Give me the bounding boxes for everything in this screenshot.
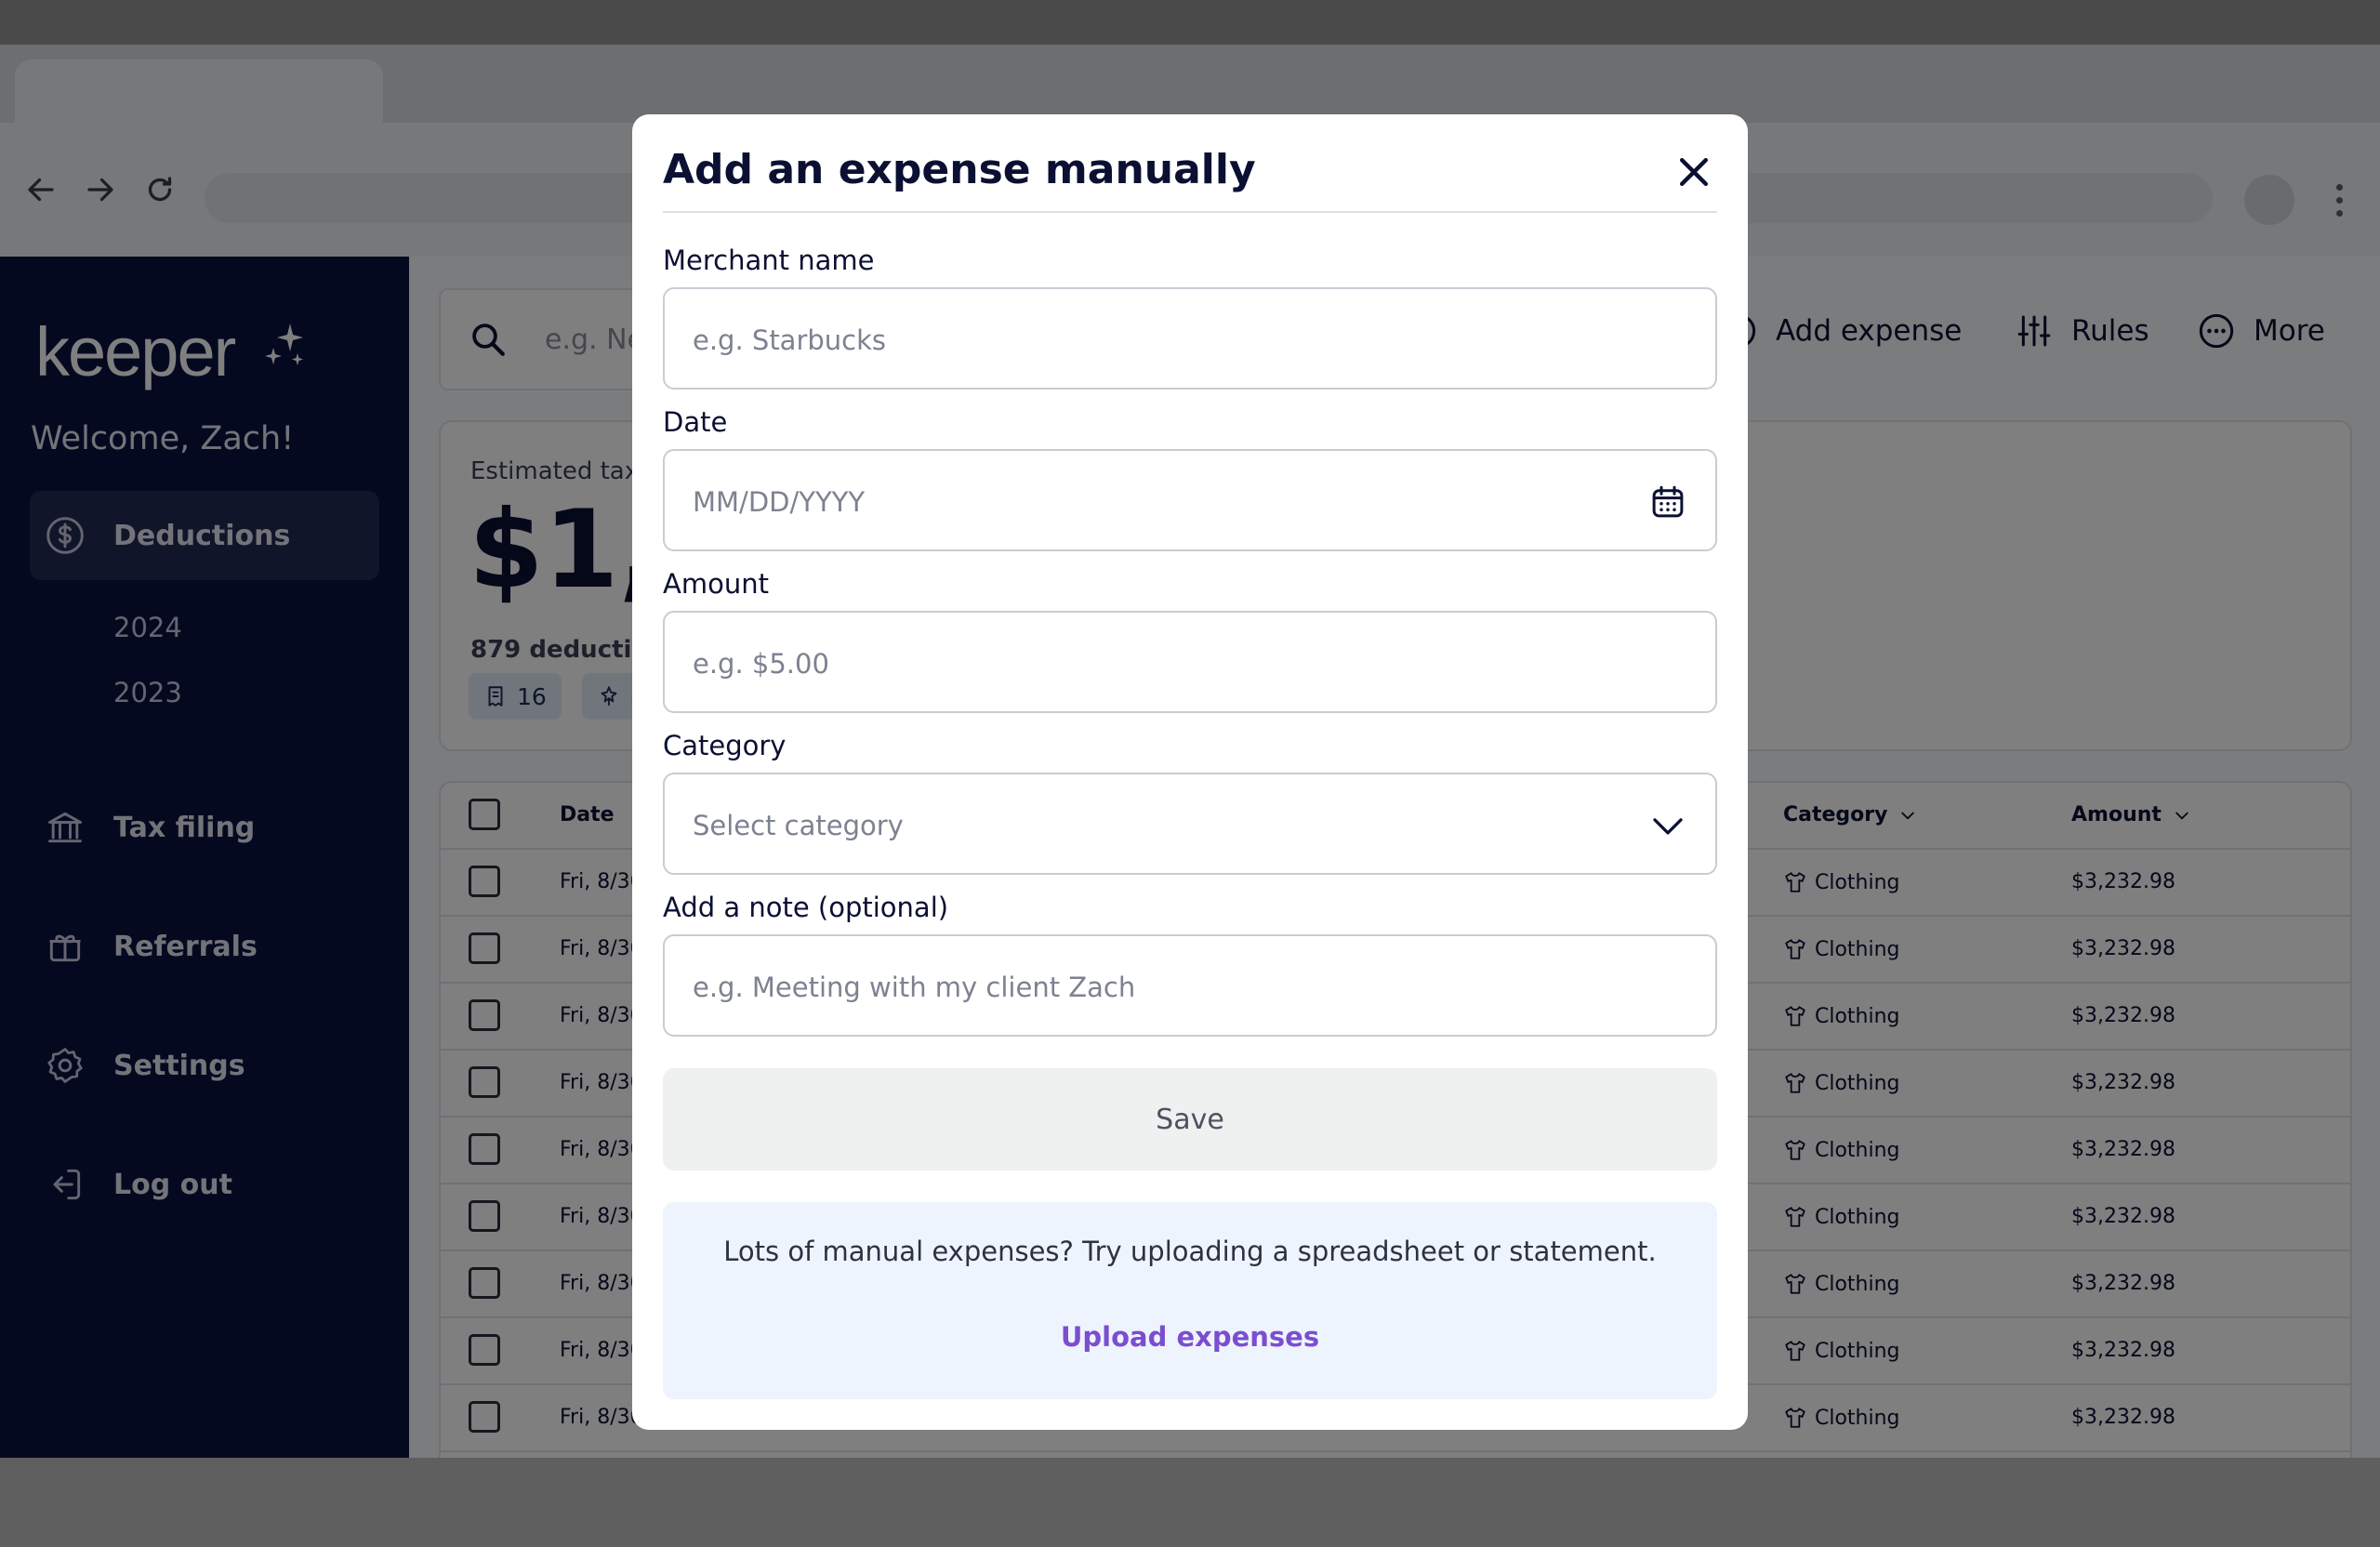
upload-prompt: Lots of manual expenses? Try uploading a…	[723, 1236, 1657, 1267]
merchant-name-input[interactable]: e.g. Starbucks	[663, 287, 1717, 390]
os-top-bar	[0, 0, 2380, 45]
add-expense-modal: Add an expense manually Merchant name e.…	[632, 114, 1748, 1430]
category-select[interactable]: Select category	[663, 773, 1717, 875]
upload-expenses-link[interactable]: Upload expenses	[663, 1321, 1717, 1353]
merchant-label: Merchant name	[663, 245, 875, 276]
upload-promo: Lots of manual expenses? Try uploading a…	[663, 1202, 1717, 1399]
os-bottom-bar	[0, 1458, 2380, 1547]
amount-label: Amount	[663, 568, 769, 600]
calendar-icon[interactable]	[1648, 483, 1687, 522]
date-input[interactable]: MM/DD/YYYY	[663, 449, 1717, 551]
date-placeholder: MM/DD/YYYY	[693, 486, 866, 518]
note-placeholder: e.g. Meeting with my client Zach	[693, 972, 1136, 1003]
modal-divider	[663, 211, 1717, 213]
chevron-down-icon	[1653, 818, 1683, 835]
note-label: Add a note (optional)	[663, 892, 949, 923]
category-placeholder: Select category	[693, 810, 904, 841]
close-icon[interactable]	[1673, 152, 1714, 192]
date-label: Date	[663, 406, 728, 438]
modal-title: Add an expense manually	[663, 146, 1256, 193]
note-input[interactable]: e.g. Meeting with my client Zach	[663, 934, 1717, 1037]
amount-placeholder: e.g. $5.00	[693, 648, 829, 680]
amount-input[interactable]: e.g. $5.00	[663, 611, 1717, 713]
merchant-placeholder: e.g. Starbucks	[693, 324, 887, 356]
category-label: Category	[663, 730, 787, 761]
save-button[interactable]: Save	[663, 1068, 1717, 1170]
